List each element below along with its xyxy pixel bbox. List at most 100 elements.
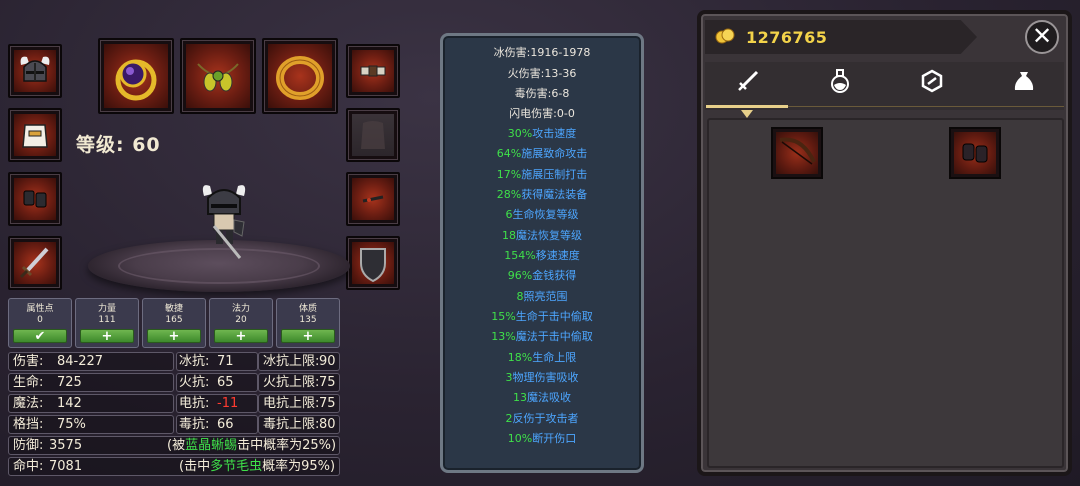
hit-value: 7081 xyxy=(49,459,83,474)
hit-row: 命中: 7081 (击中多节毛虫概率为95%) xyxy=(8,457,340,476)
bonus-num: 18% xyxy=(507,351,533,364)
attr-label: 体质 xyxy=(298,304,317,314)
attr-dexterity: 敏捷 165 + xyxy=(142,298,206,348)
tab-misc[interactable] xyxy=(1004,66,1044,100)
defense-note: (被蓝晶蜥蜴击中概率为25%) xyxy=(167,437,336,454)
cold-max-value: 90 xyxy=(319,354,336,369)
fire-max-label: 火抗上限: xyxy=(263,375,320,390)
shield-slot[interactable] xyxy=(346,236,400,290)
bonus-line: 13魔法吸收 xyxy=(443,389,641,405)
gold-amount: 1276765 xyxy=(746,28,828,47)
offhand-slot[interactable] xyxy=(346,172,400,226)
attr-label: 力量 xyxy=(97,304,116,314)
armor-slot[interactable] xyxy=(8,108,62,162)
lightning-damage-line: 闪电伤害:0-0 xyxy=(509,107,575,120)
add-vitality-button[interactable]: + xyxy=(281,329,335,343)
life-label: 生命: xyxy=(13,375,44,390)
ring-left-slot[interactable] xyxy=(98,38,174,114)
bonus-num: 2 xyxy=(505,412,513,425)
attr-energy: 法力 20 + xyxy=(209,298,273,348)
attr-value: 165 xyxy=(165,315,183,325)
poison-max-label: 毒抗上限: xyxy=(263,417,320,432)
close-button[interactable]: ✕ xyxy=(1025,20,1059,54)
bonus-text: 照亮范围 xyxy=(523,290,568,303)
tab-gems[interactable] xyxy=(912,66,952,100)
bonus-text: 生命于击中偷取 xyxy=(515,310,593,323)
bonus-text: 魔法吸收 xyxy=(527,391,571,404)
poison-res-row: 毒抗: 66 xyxy=(176,415,258,434)
defense-row: 防御: 3575 (被蓝晶蜥蜴击中概率为25%) xyxy=(8,436,340,455)
defense-label: 防御: xyxy=(13,438,44,453)
bonus-text: 魔法于击中偷取 xyxy=(515,330,593,343)
attr-value: 135 xyxy=(299,315,317,325)
bonus-num: 8 xyxy=(516,290,524,303)
bonus-line: 15%生命于击中偷取 xyxy=(443,308,641,324)
bonus-text: 获得魔法装备 xyxy=(521,188,588,201)
bonus-line: 154%移速速度 xyxy=(443,247,641,263)
fire-max-value: 75 xyxy=(319,375,336,390)
gem-icon xyxy=(920,69,944,97)
shield-icon xyxy=(352,242,394,284)
active-tab-chevron-icon xyxy=(741,104,753,118)
gloves-icon xyxy=(14,178,56,220)
bonus-line: 28%获得魔法装备 xyxy=(443,186,641,202)
lightning-res-label: 电抗: xyxy=(179,396,210,411)
poison-max-row: 毒抗上限: 80 xyxy=(258,415,340,434)
ring-right-slot[interactable] xyxy=(262,38,338,114)
weapon-slot[interactable] xyxy=(8,236,62,290)
bonus-num: 13% xyxy=(491,330,516,343)
hit-note-post: 概率为95%) xyxy=(262,459,336,474)
add-strength-button[interactable]: + xyxy=(80,329,134,343)
poison-damage-line: 毒伤害:6-8 xyxy=(514,87,570,100)
cold-damage-line: 冰伤害:1916-1978 xyxy=(493,46,591,59)
bonus-line: 64%施展致命攻击 xyxy=(443,145,641,161)
cape-slot[interactable] xyxy=(346,108,400,162)
mana-row: 魔法: 142 xyxy=(8,394,174,413)
tab-weapons[interactable] xyxy=(728,66,768,100)
mana-label: 魔法: xyxy=(13,396,44,411)
amulet-slot[interactable] xyxy=(180,38,256,114)
cold-res-row: 冰抗: 71 xyxy=(176,352,258,371)
attr-value: 0 xyxy=(37,315,43,325)
belt-icon xyxy=(352,50,394,92)
add-dexterity-button[interactable]: + xyxy=(147,329,201,343)
block-row: 格挡: 75% xyxy=(8,415,174,434)
add-energy-button[interactable]: + xyxy=(214,329,268,343)
hit-label: 命中: xyxy=(13,459,44,474)
small-item-icon xyxy=(352,178,394,220)
attr-label: 法力 xyxy=(231,304,250,314)
helmet-slot[interactable] xyxy=(8,44,62,98)
inventory-item-bow[interactable] xyxy=(771,127,823,179)
life-value: 725 xyxy=(57,375,82,390)
bonus-num: 154% xyxy=(504,249,536,262)
fire-damage-line: 火伤害:13-36 xyxy=(507,67,577,80)
bow-icon xyxy=(776,132,818,174)
confirm-button[interactable]: ✔ xyxy=(13,329,67,343)
attr-value: 111 xyxy=(98,315,116,325)
bonus-line: 30%攻击速度 xyxy=(443,125,641,141)
poison-res-label: 毒抗: xyxy=(179,417,210,432)
bonus-line: 3物理伤害吸收 xyxy=(443,369,641,385)
lightning-max-row: 电抗上限: 75 xyxy=(258,394,340,413)
cold-res-label: 冰抗: xyxy=(179,354,210,369)
attr-vitality: 体质 135 + xyxy=(276,298,340,348)
cold-max-label: 冰抗上限: xyxy=(263,354,320,369)
fire-res-row: 火抗: 65 xyxy=(176,373,258,392)
gloves-slot[interactable] xyxy=(8,172,62,226)
bonus-text: 反伤于攻击者 xyxy=(512,412,579,425)
attr-points: 属性点 0 ✔ xyxy=(8,298,72,348)
belt-slot[interactable] xyxy=(346,44,400,98)
attr-strength: 力量 111 + xyxy=(75,298,139,348)
bag-icon xyxy=(1012,68,1036,98)
bonus-num: 15% xyxy=(491,310,516,323)
bonus-line: 8照亮范围 xyxy=(443,288,641,304)
gold-coins-icon xyxy=(714,28,736,50)
inventory-item-gloves[interactable] xyxy=(949,127,1001,179)
bonus-num: 17% xyxy=(496,168,522,181)
tab-potions[interactable] xyxy=(820,66,860,100)
tab-divider xyxy=(788,106,1064,107)
chest-armor-icon xyxy=(14,114,56,156)
defense-value: 3575 xyxy=(49,438,83,453)
bonus-text: 断开伤口 xyxy=(532,432,577,445)
defense-note-post: 击中概率为25%) xyxy=(237,438,337,453)
